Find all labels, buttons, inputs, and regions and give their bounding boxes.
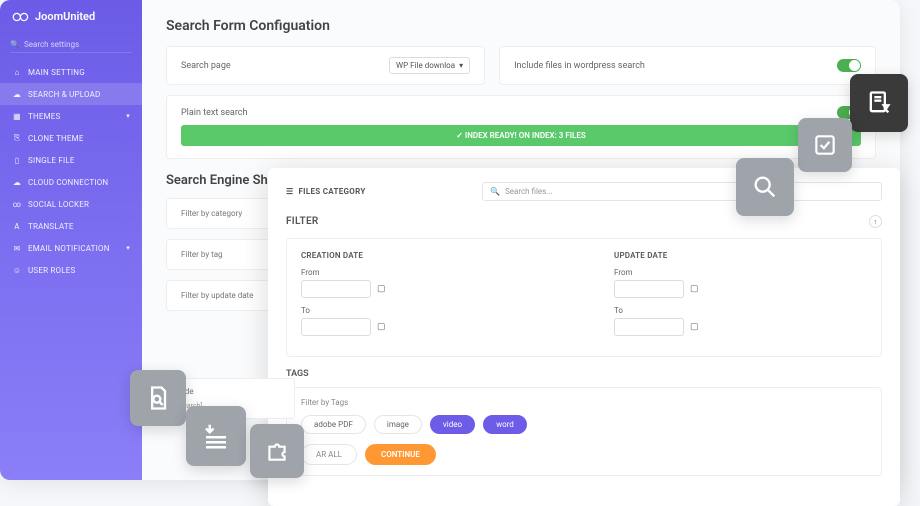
update-date-col: UPDATE DATE From ▢ To ▢ [614, 251, 867, 344]
grid-icon: ▦ [12, 111, 22, 121]
nav-label: SOCIAL LOCKER [28, 200, 89, 209]
copy-icon: ⎘ [12, 133, 22, 143]
plain-text-card: Plain text search ✓ INDEX READY! ON INDE… [166, 95, 876, 159]
nav-social-locker[interactable]: ∞ SOCIAL LOCKER [0, 193, 142, 215]
brand-name: JoomUnited [35, 10, 95, 23]
checkbox-tile-icon [798, 118, 852, 172]
search-tile-icon [736, 158, 794, 216]
calendar-icon[interactable]: ▢ [690, 284, 699, 294]
creation-date-title: CREATION DATE [301, 251, 554, 260]
nav-clone-theme[interactable]: ⎘ CLONE THEME [0, 127, 142, 149]
tag-pill-image[interactable]: image [374, 415, 422, 434]
filter-title-text: FILTER [286, 216, 319, 227]
filter-overlay: ☰ FILES CATEGORY 🔍 Search files... FILTE… [268, 168, 900, 506]
from-label: From [301, 268, 554, 277]
from-label: From [614, 268, 867, 277]
include-files-card: Include files in wordpress search [499, 46, 876, 85]
chevron-down-icon: ▾ [126, 244, 130, 252]
nav-user-roles[interactable]: ☺ USER ROLES [0, 259, 142, 281]
nav-label: CLONE THEME [28, 134, 84, 143]
puzzle-tile-icon [250, 424, 304, 478]
translate-icon: A [12, 221, 22, 231]
tags-title: TAGS [286, 369, 882, 379]
nav-label: CLOUD CONNECTION [28, 178, 108, 187]
nav-main-setting[interactable]: ⌂ MAIN SETTING [0, 61, 142, 83]
creation-from-input[interactable] [301, 280, 371, 298]
doc-filter-tile-icon [850, 74, 908, 132]
sidebar-search[interactable]: 🔍 Search settings [10, 37, 132, 53]
chevron-down-icon: ▾ [459, 61, 463, 70]
nav-email-notification[interactable]: ✉ EMAIL NOTIFICATION ▾ [0, 237, 142, 259]
include-files-toggle[interactable] [837, 59, 861, 72]
clear-all-button[interactable]: AR ALL [301, 444, 357, 465]
nav-search-upload[interactable]: ☁ SEARCH & UPLOAD [0, 83, 142, 105]
nav-label: USER ROLES [28, 266, 75, 275]
select-value: WP File downloa [396, 61, 455, 70]
nav-themes[interactable]: ▦ THEMES ▾ [0, 105, 142, 127]
search-files-input[interactable]: 🔍 Search files... [482, 182, 882, 201]
search-page-label: Search page [181, 61, 389, 71]
continue-button[interactable]: CONTINUE [365, 444, 436, 465]
to-label: To [301, 306, 554, 315]
tag-pill-video[interactable]: video [430, 415, 475, 434]
upload-icon: ☁ [12, 89, 22, 99]
include-files-label: Include files in wordpress search [514, 61, 837, 71]
file-search-tile-icon [130, 370, 186, 426]
collapse-icon[interactable]: ↑ [869, 215, 882, 228]
sidebar: JoomUnited 🔍 Search settings ⌂ MAIN SETTI… [0, 0, 142, 480]
share-icon: ∞ [12, 199, 22, 209]
filter-section-title: FILTER ↑ [286, 215, 882, 228]
brand-logo-icon [12, 12, 30, 22]
search-page-card: Search page WP File downloa ▾ [166, 46, 485, 85]
search-icon: 🔍 [490, 187, 500, 196]
nav-label: THEMES [28, 112, 61, 121]
update-from-input[interactable] [614, 280, 684, 298]
sidebar-search-placeholder: Search settings [24, 40, 79, 49]
plain-text-label: Plain text search [181, 108, 837, 118]
page-title: Search Form Configuation [166, 18, 876, 34]
search-icon: 🔍 [10, 40, 20, 49]
date-filter-box: CREATION DATE From ▢ To ▢ UPDATE DATE Fr… [286, 238, 882, 357]
nav-translate[interactable]: A TRANSLATE [0, 215, 142, 237]
files-category-label[interactable]: ☰ FILES CATEGORY [286, 187, 366, 196]
update-date-title: UPDATE DATE [614, 251, 867, 260]
home-icon: ⌂ [12, 67, 22, 77]
search-files-placeholder: Search files... [505, 187, 553, 196]
user-icon: ☺ [12, 265, 22, 275]
nav-cloud-connection[interactable]: ☁ CLOUD CONNECTION [0, 171, 142, 193]
nav-single-file[interactable]: ▯ SINGLE FILE [0, 149, 142, 171]
calendar-icon[interactable]: ▢ [690, 322, 699, 332]
brand: JoomUnited [0, 0, 142, 33]
creation-to-input[interactable] [301, 318, 371, 336]
nav-label: TRANSLATE [28, 222, 74, 231]
category-text: FILES CATEGORY [298, 187, 365, 196]
chevron-down-icon: ▾ [126, 112, 130, 120]
tags-box: Filter by Tags adobe PDF image video wor… [286, 387, 882, 476]
index-status-bar: ✓ INDEX READY! ON INDEX: 3 FILES [181, 125, 861, 146]
mail-icon: ✉ [12, 243, 22, 253]
tags-subtitle: Filter by Tags [301, 398, 867, 407]
update-to-input[interactable] [614, 318, 684, 336]
nav-label: SEARCH & UPLOAD [28, 90, 100, 99]
download-list-tile-icon [186, 406, 246, 466]
creation-date-col: CREATION DATE From ▢ To ▢ [301, 251, 554, 344]
to-label: To [614, 306, 867, 315]
calendar-icon[interactable]: ▢ [377, 322, 386, 332]
menu-icon: ☰ [286, 187, 293, 196]
nav-label: SINGLE FILE [28, 156, 75, 165]
tag-pill-word[interactable]: word [483, 415, 527, 434]
calendar-icon[interactable]: ▢ [377, 284, 386, 294]
file-icon: ▯ [12, 155, 22, 165]
nav-label: EMAIL NOTIFICATION [28, 244, 110, 253]
cloud-icon: ☁ [12, 177, 22, 187]
nav-label: MAIN SETTING [28, 68, 85, 77]
search-page-select[interactable]: WP File downloa ▾ [389, 57, 470, 74]
tag-pill-pdf[interactable]: adobe PDF [301, 415, 366, 434]
